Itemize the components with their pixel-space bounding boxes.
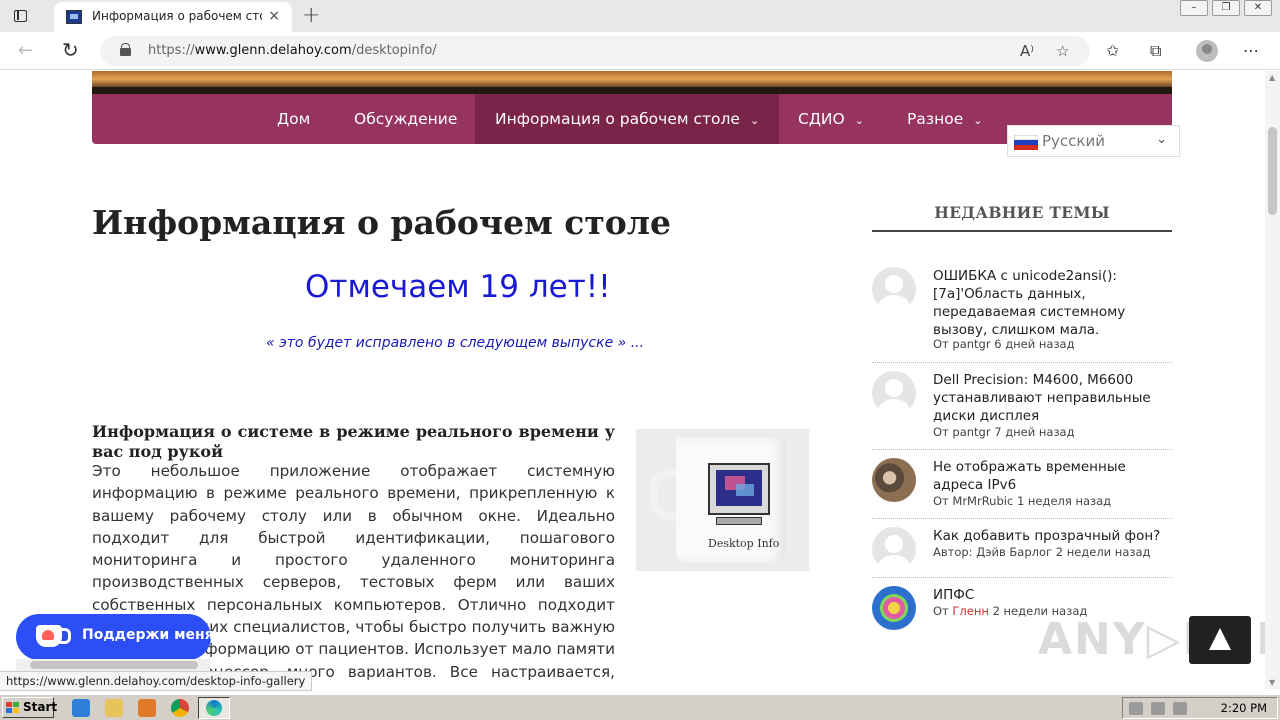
peace-avatar-icon [872,586,916,630]
page-title: Информация о рабочем столе [92,203,672,242]
language-select[interactable]: Русский ⌄ [1007,125,1180,157]
system-tray: 2:20 PM [1122,697,1278,719]
topic-link[interactable]: ИПФС [933,586,1171,604]
url-host: www.glenn.delahoy.com [194,43,352,58]
kofi-label: Поддержи меня [82,627,214,643]
profile-avatar[interactable] [1196,40,1218,62]
author-link[interactable]: Гленн [952,604,988,618]
browser-toolbar: ← ↻ https://www.glenn.delahoy.com/deskto… [0,32,1280,70]
browser-titlebar: Информация о рабочем столе × + – ❐ ✕ [0,0,1280,32]
mug-label: Desktop Info [708,537,780,550]
vertical-scrollbar[interactable]: ▲ ▼ [1265,71,1280,689]
topic-separator [872,518,1172,519]
nav-item-discussion[interactable]: Обсуждение [354,94,457,144]
russia-flag-icon [1014,135,1038,150]
restore-button[interactable]: ❐ [1212,0,1240,16]
generic-avatar-icon [872,527,916,571]
meta-by: От [933,604,949,618]
topic-link[interactable]: Как добавить прозрачный фон? [933,527,1171,545]
scroll-down-icon[interactable]: ▼ [1269,678,1275,687]
favorites-icon[interactable]: ✩ [1106,41,1119,60]
reload-icon[interactable]: ↻ [62,38,79,62]
language-label: Русский [1042,132,1105,150]
site-favicon-icon [66,10,82,24]
flag-icon[interactable] [1173,702,1187,715]
topic-meta: Автор: Дэйв Барлог 2 недели назад [933,545,1151,559]
clock: 2:20 PM [1220,701,1267,715]
lock-icon[interactable] [120,43,131,56]
url-path: /desktopinfo/ [351,43,437,58]
nav-item-label: Информация о рабочем столе [495,110,740,128]
edge-taskbar-button[interactable] [198,697,230,719]
topic-link[interactable]: ОШИБКА с unicode2ansi(): [7a]'Область да… [933,267,1171,339]
generic-avatar-icon [872,371,916,415]
status-bar-url: https://www.glenn.delahoy.com/desktop-in… [0,671,313,691]
close-window-button[interactable]: ✕ [1244,0,1272,16]
page-viewport: Дом Обсуждение Информация о рабочем стол… [0,71,1265,689]
start-label: Start [23,700,58,714]
header-banner-image [92,71,1172,94]
chrome-icon[interactable] [171,699,189,717]
ie-icon[interactable] [72,699,90,717]
window-controls: – ❐ ✕ [1180,0,1272,18]
nav-item-misc[interactable]: Разное ⌄ [907,94,982,144]
folder-icon[interactable] [105,699,123,717]
coffee-cup-icon [36,625,71,647]
tagline-quote: « это будет исправлено в следующем выпус… [266,335,645,351]
taskbar: Start 2:20 PM [0,694,1280,720]
media-player-icon[interactable] [138,699,156,717]
chevron-down-icon: ⌄ [749,114,760,127]
section-heading: Информация о системе в режиме реального … [92,422,615,461]
recent-topics-title: НЕДАВНИЕ ТЕМЫ [934,203,1110,222]
topic-separator [872,577,1172,578]
new-tab-button[interactable]: + [302,3,320,28]
nav-item-label: Разное [907,110,964,128]
read-aloud-icon[interactable]: A⁾ [1020,42,1034,60]
tab-title: Информация о рабочем столе [92,9,262,23]
generic-avatar-icon [872,267,916,311]
more-menu-icon[interactable]: ⋯ [1243,41,1259,60]
tab-actions-icon[interactable] [10,6,32,26]
scroll-to-top-button[interactable] [1189,616,1251,664]
monitor-base [716,517,762,525]
anniversary-text: Отмечаем 19 лет!! [305,269,611,305]
monitor-icon [708,463,770,515]
browser-tab[interactable]: Информация о рабочем столе × [54,2,292,32]
topic-meta: От pantgr 7 дней назад [933,425,1075,439]
cat-avatar-icon [872,458,916,502]
topic-meta: От pantgr 6 дней назад [933,337,1075,351]
network-icon[interactable] [1151,702,1165,715]
scrollbar-thumb[interactable] [1268,127,1277,215]
chevron-down-icon: ⌄ [854,114,864,127]
sidebar-divider [872,230,1172,232]
kofi-support-button[interactable]: Поддержи меня [16,614,214,660]
nav-item-sdio[interactable]: СДИО ⌄ [798,94,864,144]
topic-separator [872,449,1172,450]
chevron-down-icon: ⌄ [973,114,983,127]
topic-link[interactable]: Dell Precision: M4600, M6600 устанавлива… [933,371,1171,425]
tab-close-icon[interactable]: × [268,8,280,24]
nav-item-home[interactable]: Дом [277,94,310,144]
address-bar[interactable]: https://www.glenn.delahoy.com/desktopinf… [100,36,1090,66]
chevron-down-icon: ⌄ [1156,132,1167,147]
desktop-info-mug-image[interactable]: Desktop Info [636,429,809,571]
minimize-button[interactable]: – [1180,0,1208,16]
scroll-up-icon[interactable]: ▲ [1269,73,1275,82]
url-scheme: https:// [148,43,195,58]
url-text[interactable]: https://www.glenn.delahoy.com/desktopinf… [148,43,437,58]
volume-icon[interactable] [1129,702,1143,715]
collections-icon[interactable]: ⧉ [1150,41,1161,61]
back-arrow-icon[interactable]: ← [18,40,33,61]
topic-link[interactable]: Не отображать временные адреса IPv6 [933,458,1171,494]
windows-logo-icon [6,702,20,714]
topic-separator [872,362,1172,363]
nav-item-desktop-info[interactable]: Информация о рабочем столе ⌄ [475,94,780,144]
add-favorite-icon[interactable]: ☆ [1056,42,1069,60]
horizontal-scrollbar[interactable] [16,659,210,671]
edge-icon [206,700,222,716]
nav-item-label: СДИО [798,110,845,128]
start-button[interactable]: Start [2,697,58,718]
topic-meta: От MrMrRubic 1 неделя назад [933,494,1112,508]
